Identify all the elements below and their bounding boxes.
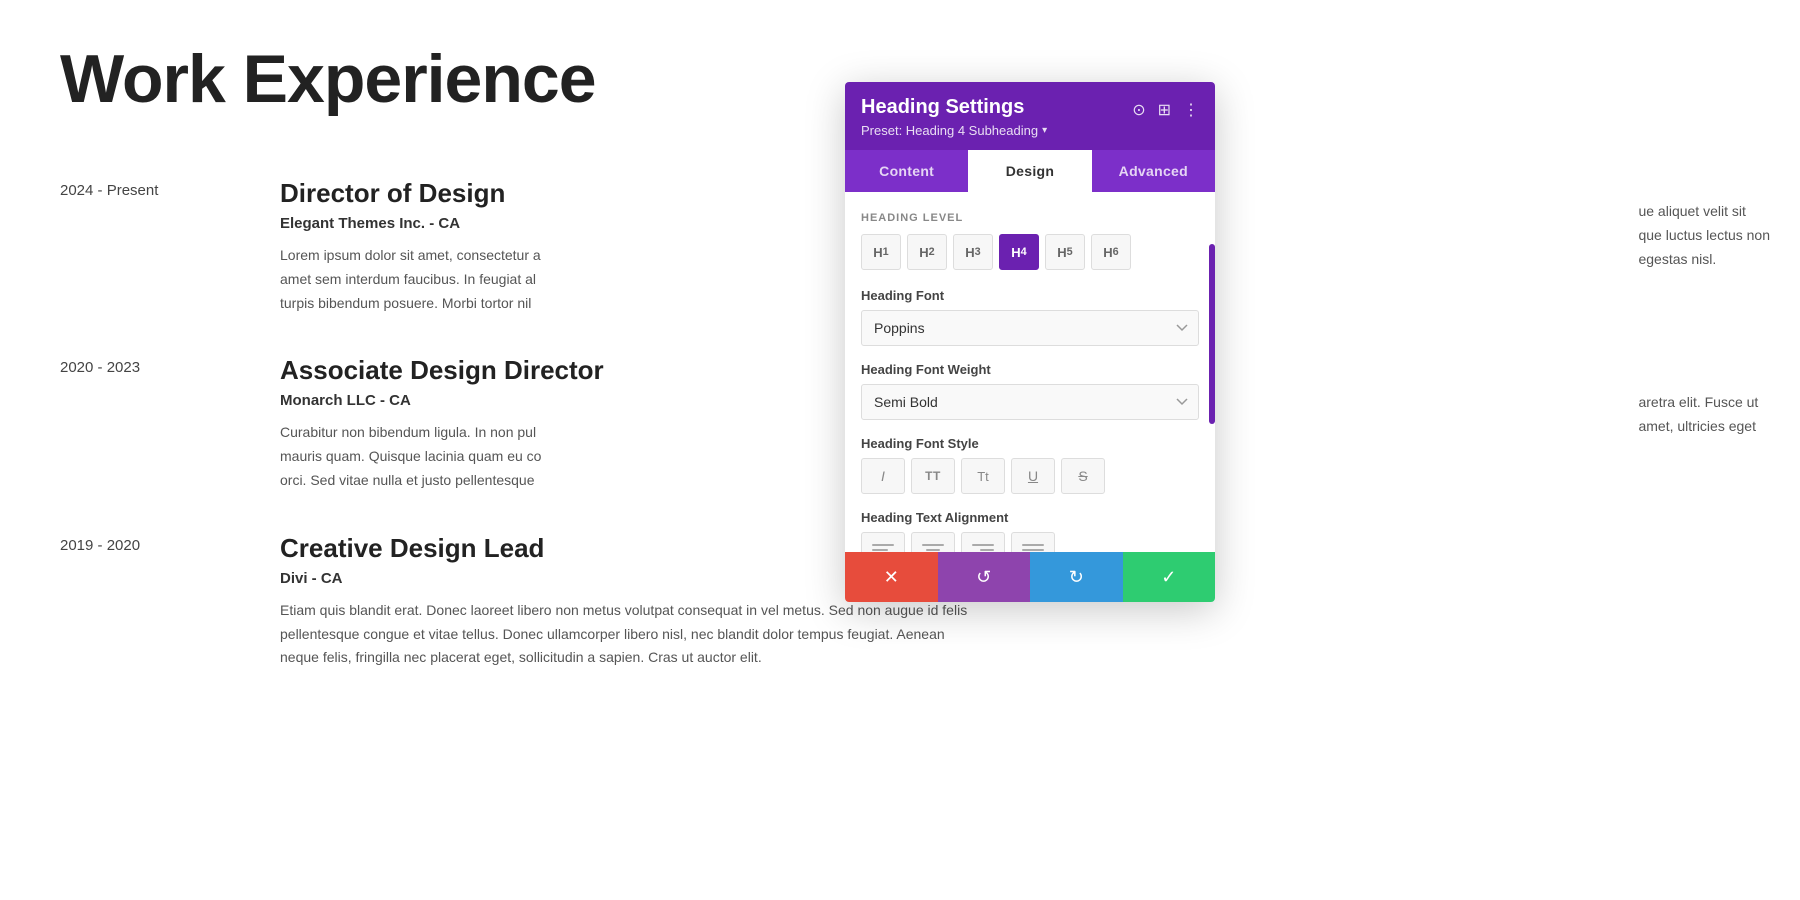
panel-footer: ✕ ↺ ↻ ✓ (845, 552, 1215, 602)
heading-level-row: H1 H2 H3 H4 H5 H6 (861, 234, 1199, 270)
heading-font-select[interactable]: Poppins Roboto Open Sans Lato (861, 310, 1199, 346)
tab-design[interactable]: Design (968, 150, 1091, 192)
panel-header-icons: ⊙ ⊞ ⋮ (1132, 96, 1199, 120)
heading-font-style-label: Heading Font Style (861, 436, 1199, 451)
redo-button[interactable]: ↻ (1030, 552, 1123, 602)
align-right-button[interactable] (961, 532, 1005, 552)
h6-button[interactable]: H6 (1091, 234, 1131, 270)
h3-button[interactable]: H3 (953, 234, 993, 270)
save-button[interactable]: ✓ (1123, 552, 1216, 602)
panel-preset[interactable]: Preset: Heading 4 Subheading ▾ (861, 123, 1047, 138)
heading-level-label: Heading Level (861, 212, 1199, 224)
alignment-buttons (861, 532, 1199, 552)
panel-header-left: Heading Settings Preset: Heading 4 Subhe… (861, 96, 1047, 138)
heading-font-weight-label: Heading Font Weight (861, 362, 1199, 377)
h1-button[interactable]: H1 (861, 234, 901, 270)
tab-content[interactable]: Content (845, 150, 968, 192)
panel-title: Heading Settings (861, 96, 1047, 119)
tab-advanced[interactable]: Advanced (1092, 150, 1215, 192)
h2-button[interactable]: H2 (907, 234, 947, 270)
entry-date: 2024 - Present (60, 178, 280, 315)
panel-body: Heading Level H1 H2 H3 H4 H5 H6 Heading … (845, 192, 1215, 552)
more-icon[interactable]: ⋮ (1183, 100, 1199, 120)
h5-button[interactable]: H5 (1045, 234, 1085, 270)
panel-header: Heading Settings Preset: Heading 4 Subhe… (845, 82, 1215, 150)
strikethrough-button[interactable]: S (1061, 458, 1105, 494)
heading-font-weight-select[interactable]: Semi Bold Regular Bold Light (861, 384, 1199, 420)
undo-button[interactable]: ↺ (938, 552, 1031, 602)
heading-font-weight-group: Heading Font Weight Semi Bold Regular Bo… (861, 362, 1199, 420)
underline-button[interactable]: U (1011, 458, 1055, 494)
align-justify-button[interactable] (1011, 532, 1055, 552)
h4-button[interactable]: H4 (999, 234, 1039, 270)
panel-tabs: Content Design Advanced (845, 150, 1215, 192)
entry-description: Etiam quis blandit erat. Donec laoreet l… (280, 599, 980, 670)
chevron-down-icon: ▾ (1042, 125, 1047, 136)
entry-date: 2020 - 2023 (60, 355, 280, 492)
entry-date: 2019 - 2020 (60, 533, 280, 670)
uppercase-button[interactable]: TT (911, 458, 955, 494)
heading-text-alignment-group: Heading Text Alignment (861, 510, 1199, 552)
align-left-button[interactable] (861, 532, 905, 552)
heading-settings-panel: Heading Settings Preset: Heading 4 Subhe… (845, 82, 1215, 602)
grid-icon[interactable]: ⊞ (1158, 100, 1171, 120)
align-center-button[interactable] (911, 532, 955, 552)
right-text-overflow: ue aliquet velit sitque luctus lectus no… (1638, 200, 1770, 449)
capitalize-button[interactable]: Tt (961, 458, 1005, 494)
capture-icon[interactable]: ⊙ (1132, 100, 1145, 120)
heading-text-alignment-label: Heading Text Alignment (861, 510, 1199, 525)
heading-font-label: Heading Font (861, 288, 1199, 303)
heading-font-style-group: Heading Font Style I TT Tt U S (861, 436, 1199, 494)
heading-font-group: Heading Font Poppins Roboto Open Sans La… (861, 288, 1199, 346)
font-style-buttons: I TT Tt U S (861, 458, 1199, 494)
cancel-button[interactable]: ✕ (845, 552, 938, 602)
scroll-indicator (1209, 244, 1215, 424)
italic-button[interactable]: I (861, 458, 905, 494)
